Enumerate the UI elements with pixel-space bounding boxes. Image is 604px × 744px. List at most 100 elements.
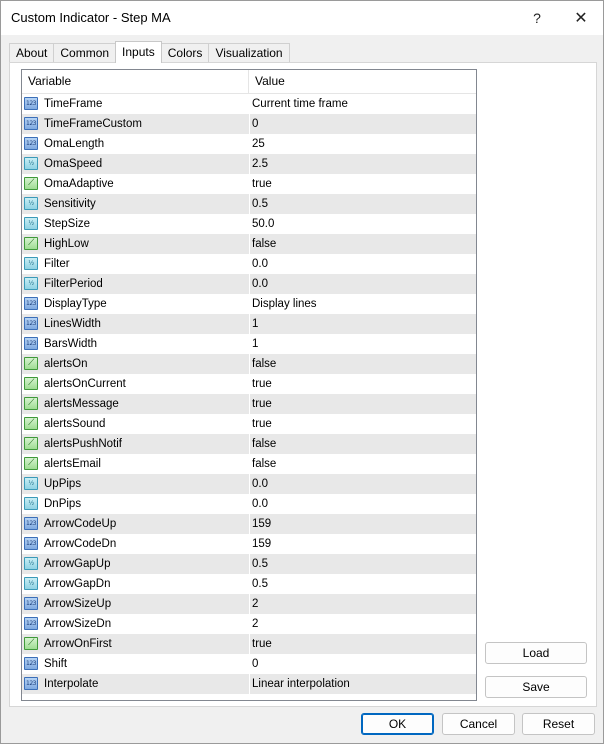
- table-row[interactable]: ⟋ alertsSound true: [22, 414, 476, 435]
- variable-name: LinesWidth: [44, 318, 101, 330]
- variable-value[interactable]: Linear interpolation: [252, 674, 350, 694]
- variable-value[interactable]: 0.0: [252, 274, 268, 294]
- table-row[interactable]: ½ StepSize 50.0: [22, 214, 476, 235]
- variable-name: alertsPushNotif: [44, 438, 122, 450]
- column-header-variable[interactable]: Variable: [22, 70, 249, 93]
- tab-about[interactable]: About: [9, 43, 55, 63]
- table-row[interactable]: ⟋ alertsOnCurrent true: [22, 374, 476, 395]
- table-row[interactable]: ⟋ alertsOn false: [22, 354, 476, 375]
- type-glyph: 123: [26, 520, 36, 527]
- inputs-grid: Variable Value 123 TimeFrame Current time …: [21, 69, 477, 701]
- table-row[interactable]: ½ Sensitivity 0.5: [22, 194, 476, 215]
- table-row[interactable]: 123 Interpolate Linear interpolation: [22, 674, 476, 695]
- table-row[interactable]: ½ Filter 0.0: [22, 254, 476, 275]
- boolean-type-icon: ⟋: [24, 377, 38, 390]
- variable-value[interactable]: 0: [252, 114, 258, 134]
- table-row[interactable]: 123 ArrowSizeUp 2: [22, 594, 476, 615]
- integer-type-icon: 123: [24, 137, 38, 150]
- variable-value[interactable]: false: [252, 234, 276, 254]
- variable-cell: ⟋ ArrowOnFirst: [22, 634, 250, 654]
- variable-cell: ⟋ alertsOnCurrent: [22, 374, 250, 394]
- variable-cell: ½ Sensitivity: [22, 194, 250, 214]
- variable-value[interactable]: true: [252, 394, 272, 414]
- variable-value[interactable]: 1: [252, 334, 258, 354]
- tab-visualization[interactable]: Visualization: [208, 43, 290, 63]
- close-button[interactable]: ✕: [559, 3, 603, 33]
- variable-value[interactable]: 2: [252, 594, 258, 614]
- table-row[interactable]: 123 ArrowCodeDn 159: [22, 534, 476, 555]
- table-row[interactable]: 123 BarsWidth 1: [22, 334, 476, 355]
- variable-value[interactable]: false: [252, 354, 276, 374]
- table-row[interactable]: ⟋ OmaAdaptive true: [22, 174, 476, 195]
- variable-cell: 123 DisplayType: [22, 294, 250, 314]
- variable-value[interactable]: true: [252, 174, 272, 194]
- variable-value[interactable]: 159: [252, 534, 271, 554]
- variable-value[interactable]: false: [252, 454, 276, 474]
- table-row[interactable]: 123 Shift 0: [22, 654, 476, 675]
- tab-colors[interactable]: Colors: [160, 43, 210, 63]
- variable-name: ArrowGapDn: [44, 578, 111, 590]
- variable-cell: ½ ArrowGapUp: [22, 554, 250, 574]
- variable-cell: ⟋ HighLow: [22, 234, 250, 254]
- variable-value[interactable]: 0.5: [252, 194, 268, 214]
- variable-value[interactable]: Current time frame: [252, 94, 348, 114]
- variable-name: OmaLength: [44, 138, 105, 150]
- table-row[interactable]: ½ UpPips 0.0: [22, 474, 476, 495]
- table-row[interactable]: 123 TimeFrame Current time frame: [22, 94, 476, 115]
- variable-value[interactable]: 159: [252, 514, 271, 534]
- tab-common[interactable]: Common: [53, 43, 117, 63]
- table-row[interactable]: 123 DisplayType Display lines: [22, 294, 476, 315]
- table-row[interactable]: ⟋ alertsEmail false: [22, 454, 476, 475]
- variable-value[interactable]: true: [252, 634, 272, 654]
- variable-value[interactable]: 0.5: [252, 554, 268, 574]
- cancel-button[interactable]: Cancel: [442, 713, 515, 735]
- table-row[interactable]: 123 ArrowSizeDn 2: [22, 614, 476, 635]
- double-type-icon: ½: [24, 557, 38, 570]
- variable-value[interactable]: 0.5: [252, 574, 268, 594]
- table-row[interactable]: ⟋ alertsMessage true: [22, 394, 476, 415]
- table-row[interactable]: ⟋ ArrowOnFirst true: [22, 634, 476, 655]
- type-glyph: ⟋: [28, 238, 34, 248]
- variable-value[interactable]: 1: [252, 314, 258, 334]
- variable-value[interactable]: true: [252, 414, 272, 434]
- variable-value[interactable]: 0.0: [252, 254, 268, 274]
- table-row[interactable]: 123 ArrowCodeUp 159: [22, 514, 476, 535]
- variable-value[interactable]: 0: [252, 654, 258, 674]
- variable-value[interactable]: 2.5: [252, 154, 268, 174]
- variable-value[interactable]: true: [252, 374, 272, 394]
- integer-type-icon: 123: [24, 677, 38, 690]
- load-button[interactable]: Load: [485, 642, 587, 664]
- help-button[interactable]: ?: [515, 3, 559, 33]
- type-glyph: 123: [26, 660, 36, 667]
- variable-cell: ½ ArrowGapDn: [22, 574, 250, 594]
- variable-cell: ⟋ alertsPushNotif: [22, 434, 250, 454]
- type-glyph: ⟋: [28, 178, 34, 188]
- variable-cell: ½ StepSize: [22, 214, 250, 234]
- table-row[interactable]: ½ OmaSpeed 2.5: [22, 154, 476, 175]
- variable-value[interactable]: 2: [252, 614, 258, 634]
- variable-value[interactable]: 50.0: [252, 214, 274, 234]
- variable-name: Filter: [44, 258, 70, 270]
- table-row[interactable]: 123 TimeFrameCustom 0: [22, 114, 476, 135]
- variable-value[interactable]: 25: [252, 134, 265, 154]
- variable-value[interactable]: Display lines: [252, 294, 317, 314]
- table-row[interactable]: ⟋ alertsPushNotif false: [22, 434, 476, 455]
- type-glyph: ⟋: [28, 638, 34, 648]
- variable-value[interactable]: 0.0: [252, 494, 268, 514]
- ok-button[interactable]: OK: [361, 713, 434, 735]
- tab-inputs[interactable]: Inputs: [115, 41, 162, 63]
- variable-value[interactable]: 0.0: [252, 474, 268, 494]
- save-button[interactable]: Save: [485, 676, 587, 698]
- table-row[interactable]: ⟋ HighLow false: [22, 234, 476, 255]
- column-header-value[interactable]: Value: [249, 70, 475, 93]
- table-row[interactable]: ½ ArrowGapDn 0.5: [22, 574, 476, 595]
- type-glyph: ⟋: [28, 358, 34, 368]
- table-row[interactable]: ½ ArrowGapUp 0.5: [22, 554, 476, 575]
- table-row[interactable]: ½ DnPips 0.0: [22, 494, 476, 515]
- variable-cell: ½ DnPips: [22, 494, 250, 514]
- table-row[interactable]: ½ FilterPeriod 0.0: [22, 274, 476, 295]
- table-row[interactable]: 123 OmaLength 25: [22, 134, 476, 155]
- variable-value[interactable]: false: [252, 434, 276, 454]
- table-row[interactable]: 123 LinesWidth 1: [22, 314, 476, 335]
- reset-button[interactable]: Reset: [522, 713, 595, 735]
